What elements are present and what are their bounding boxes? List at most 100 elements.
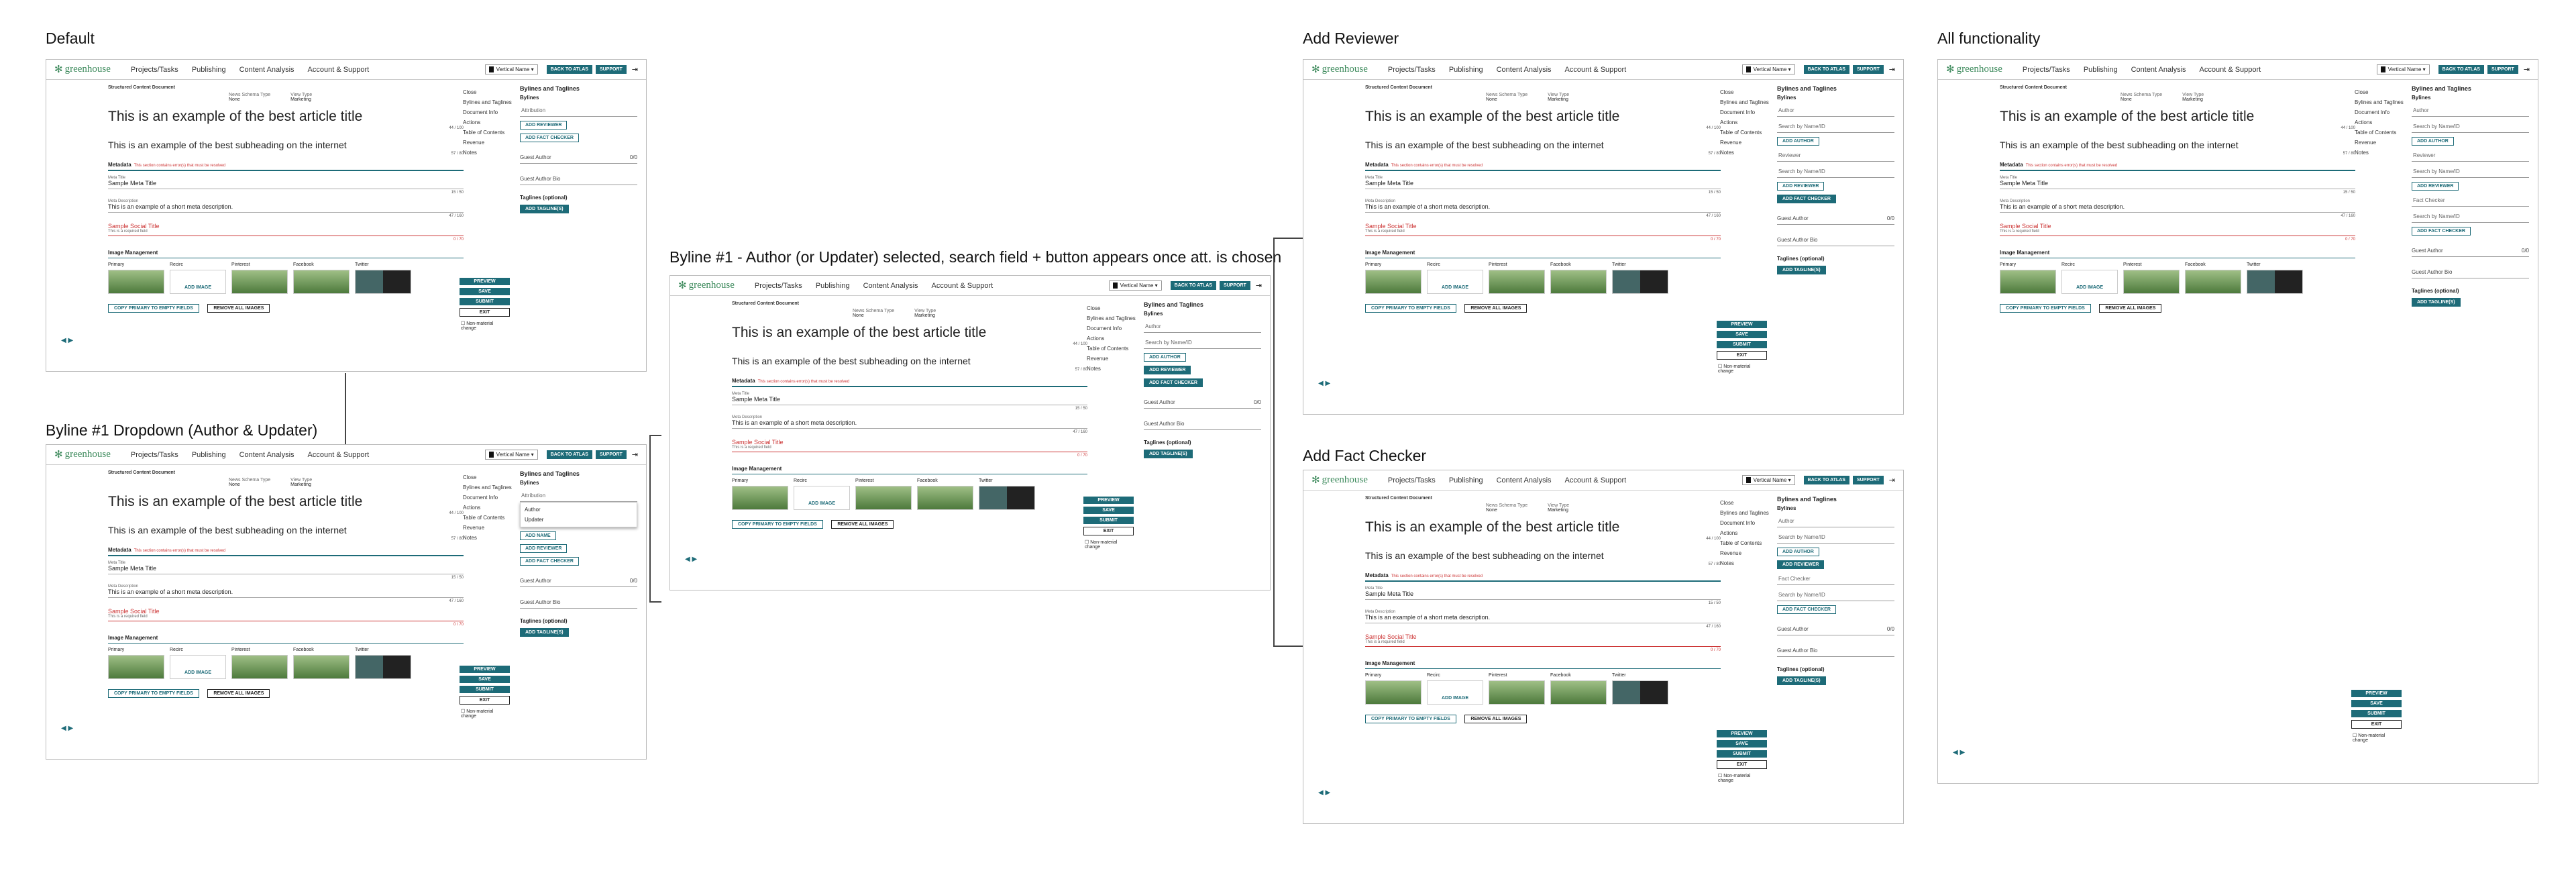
image-preview[interactable] <box>231 270 288 294</box>
meta-title-field[interactable]: Meta Title Sample Meta Title <box>108 176 464 189</box>
nav-link[interactable]: Publishing <box>816 282 850 290</box>
non-material-checkbox[interactable]: ☐ Non-material change <box>1717 772 1767 784</box>
submit-button[interactable]: SUBMIT <box>1717 341 1767 348</box>
view-type-select[interactable]: View Type Marketing <box>914 309 936 318</box>
add-author-button[interactable]: ADD AUTHOR <box>2412 137 2454 146</box>
attribution-select[interactable]: Attribution <box>520 490 637 502</box>
logout-icon[interactable]: ⇥ <box>632 65 638 74</box>
image-tile[interactable]: Facebook <box>293 262 350 294</box>
fact-checker-select[interactable]: Fact Checker <box>2412 195 2529 207</box>
add-tagline-button[interactable]: ADD TAGLINE(S) <box>520 628 569 637</box>
submit-button[interactable]: SUBMIT <box>2351 710 2402 717</box>
add-tagline-button[interactable]: ADD TAGLINE(S) <box>1777 266 1826 274</box>
back-to-atlas-button[interactable]: BACK TO ATLAS <box>546 450 592 459</box>
search-input[interactable]: Search by Name/ID <box>1777 531 1894 544</box>
attribution-select[interactable]: Author <box>1777 105 1894 117</box>
preview-button[interactable]: PREVIEW <box>1717 321 1767 328</box>
reviewer-select[interactable]: Reviewer <box>2412 150 2529 162</box>
image-tile[interactable]: Primary <box>108 262 164 294</box>
nav-link[interactable]: Projects/Tasks <box>131 451 178 459</box>
image-tile[interactable]: Primary <box>1365 262 1421 294</box>
image-tile[interactable]: Primary <box>108 648 164 679</box>
add-reviewer-button[interactable]: ADD REVIEWER <box>1777 560 1825 569</box>
preview-button[interactable]: PREVIEW <box>460 278 510 285</box>
vertical-select[interactable]: I Vertical Name ▾ <box>2377 64 2430 74</box>
non-material-checkbox[interactable]: ☐ Non-material change <box>1083 538 1134 551</box>
image-preview[interactable] <box>855 486 912 510</box>
article-title[interactable]: This is an example of the best article t… <box>108 494 464 510</box>
non-material-checkbox[interactable]: ☐ Non-material change <box>460 707 510 720</box>
exit-button[interactable]: EXIT <box>1083 527 1134 535</box>
submit-button[interactable]: SUBMIT <box>1083 517 1134 524</box>
option-updater[interactable]: Updater <box>523 515 635 525</box>
meta-description-field[interactable]: Meta Description This is an example of a … <box>2000 199 2355 213</box>
news-schema-select[interactable]: News Schema Type None <box>853 309 894 318</box>
meta-title-field[interactable]: Meta Title Sample Meta Title <box>1365 176 1721 189</box>
copy-primary-button[interactable]: COPY PRIMARY TO EMPTY FIELDS <box>1365 715 1456 723</box>
remove-all-images-button[interactable]: REMOVE ALL IMAGES <box>1464 715 1527 723</box>
fact-checker-search-input[interactable]: Search by Name/ID <box>2412 211 2529 223</box>
search-input[interactable]: Search by Name/ID <box>1777 121 1894 133</box>
image-preview[interactable] <box>355 270 411 294</box>
image-preview[interactable] <box>108 655 164 679</box>
nav-link[interactable]: Publishing <box>192 66 226 74</box>
image-tile[interactable]: Pinterest <box>2123 262 2180 294</box>
add-author-button[interactable]: ADD AUTHOR <box>1777 137 1819 146</box>
remove-all-images-button[interactable]: REMOVE ALL IMAGES <box>1464 304 1527 313</box>
image-tile[interactable]: Recirc ADD IMAGE <box>2061 262 2118 294</box>
reviewer-search-input[interactable]: Search by Name/ID <box>1777 166 1894 178</box>
logout-icon[interactable]: ⇥ <box>2524 65 2530 74</box>
meta-title-field[interactable]: Meta Title Sample Meta Title <box>108 561 464 574</box>
image-tile[interactable]: Pinterest <box>231 648 288 679</box>
meta-description-field[interactable]: Meta Description This is an example of a … <box>732 415 1087 429</box>
copy-primary-button[interactable]: COPY PRIMARY TO EMPTY FIELDS <box>108 304 199 313</box>
meta-title-field[interactable]: Meta Title Sample Meta Title <box>1365 586 1721 600</box>
copy-primary-button[interactable]: COPY PRIMARY TO EMPTY FIELDS <box>1365 304 1456 313</box>
reviewer-search-input[interactable]: Search by Name/ID <box>2412 166 2529 178</box>
non-material-checkbox[interactable]: ☐ Non-material change <box>460 319 510 332</box>
attribution-select[interactable]: Author <box>2412 105 2529 117</box>
nav-arrows[interactable]: ◀ ▶ <box>1318 380 1330 387</box>
save-button[interactable]: SAVE <box>2351 700 2402 707</box>
save-button[interactable]: SAVE <box>460 288 510 295</box>
add-fact-checker-button[interactable]: ADD FACT CHECKER <box>520 557 579 566</box>
image-preview[interactable] <box>2000 270 2056 294</box>
image-preview[interactable]: ADD IMAGE <box>1427 680 1483 705</box>
image-preview[interactable]: ADD IMAGE <box>2061 270 2118 294</box>
image-preview[interactable] <box>1550 270 1607 294</box>
image-tile[interactable]: Facebook <box>917 478 973 510</box>
image-preview[interactable] <box>108 270 164 294</box>
copy-primary-button[interactable]: COPY PRIMARY TO EMPTY FIELDS <box>2000 304 2091 313</box>
vertical-select[interactable]: I Vertical Name ▾ <box>1109 280 1162 291</box>
nav-link[interactable]: Account & Support <box>932 282 994 290</box>
save-button[interactable]: SAVE <box>1717 331 1767 338</box>
nav-link[interactable]: Publishing <box>192 451 226 459</box>
support-button[interactable]: SUPPORT <box>1852 65 1884 74</box>
submit-button[interactable]: SUBMIT <box>460 686 510 693</box>
add-reviewer-button[interactable]: ADD REVIEWER <box>520 121 568 130</box>
image-tile[interactable]: Twitter <box>2247 262 2303 294</box>
image-preview[interactable] <box>1365 680 1421 705</box>
exit-button[interactable]: EXIT <box>460 308 510 317</box>
search-input[interactable]: Search by Name/ID <box>2412 121 2529 133</box>
article-title[interactable]: This is an example of the best article t… <box>732 325 1087 341</box>
image-tile[interactable]: Pinterest <box>1489 673 1545 705</box>
attribution-select[interactable]: Author <box>1777 515 1894 527</box>
image-preview[interactable] <box>293 270 350 294</box>
image-tile[interactable]: Facebook <box>1550 673 1607 705</box>
exit-button[interactable]: EXIT <box>460 696 510 705</box>
image-tile[interactable]: Primary <box>732 478 788 510</box>
image-tile[interactable]: Recirc ADD IMAGE <box>1427 262 1483 294</box>
add-tagline-button[interactable]: ADD TAGLINE(S) <box>1144 450 1193 458</box>
guest-author-field[interactable]: Guest Author 0/0 <box>2412 245 2529 257</box>
meta-description-field[interactable]: Meta Description This is an example of a … <box>1365 199 1721 213</box>
nav-link[interactable]: Content Analysis <box>863 282 918 290</box>
image-preview[interactable] <box>2185 270 2241 294</box>
back-to-atlas-button[interactable]: BACK TO ATLAS <box>546 65 592 74</box>
copy-primary-button[interactable]: COPY PRIMARY TO EMPTY FIELDS <box>108 689 199 698</box>
image-tile[interactable]: Twitter <box>355 648 411 679</box>
nav-link[interactable]: Content Analysis <box>239 451 294 459</box>
news-schema-select[interactable]: News Schema Type None <box>1486 93 1527 102</box>
article-subheading[interactable]: This is an example of the best subheadin… <box>1365 550 1721 561</box>
search-input[interactable]: Search by Name/ID <box>1144 337 1261 349</box>
